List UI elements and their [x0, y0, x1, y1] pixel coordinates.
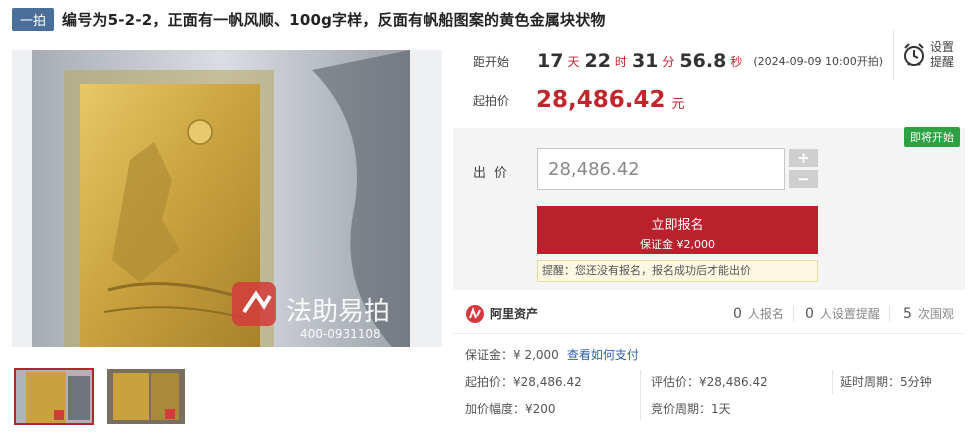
auction-round-tag: 一拍 [12, 7, 55, 31]
ali-assets-brand: 阿里资产 [490, 307, 539, 321]
start-price-unit: 元 [671, 96, 685, 112]
start-price-info: 起拍价：¥28,486.42 [465, 375, 582, 389]
views-label: 次围观 [917, 307, 954, 321]
signup-deposit-label: 保证金 ¥2,000 [640, 238, 715, 251]
info-divider [640, 370, 641, 420]
bid-period-info: 竞价周期：1天 [651, 402, 731, 416]
appraisal-info: 评估价：¥28,486.42 [651, 375, 768, 389]
thumbnail-1[interactable] [14, 368, 94, 425]
views-count: 5 [903, 306, 912, 322]
thumbnail-2[interactable] [107, 369, 185, 424]
watermark-name: 法助易拍 [286, 297, 390, 327]
deposit-value: 保证金：¥ 2,000 [465, 348, 559, 362]
set-reminder-button[interactable]: 设置 提醒 [893, 30, 965, 80]
countdown-minutes: 31 [631, 50, 659, 72]
signup-button[interactable]: 立即报名 保证金 ¥2,000 [537, 206, 818, 254]
deposit-info: 保证金：¥ 2,000 查看如何支付 [465, 346, 639, 363]
set-reminder-label: 设置 提醒 [930, 40, 955, 69]
views-stat: 5 次围观 [903, 305, 954, 322]
countdown-seconds-unit: 秒 [730, 54, 743, 69]
countdown-hours: 22 [584, 50, 611, 72]
how-to-pay-link[interactable]: 查看如何支付 [567, 348, 639, 362]
signups-count: 0 [733, 306, 742, 322]
countdown-days: 17 [537, 50, 564, 72]
start-price-row: 起拍价 28,486.42 元 [453, 83, 685, 117]
signups-stat: 0 人报名 [733, 305, 784, 322]
countdown-minutes-unit: 分 [662, 54, 675, 69]
watermark-phone: 400-0931108 [300, 327, 381, 341]
start-price-value: 28,486.42 [536, 87, 666, 113]
stats-row: 阿里资产 0 人报名 0 人设置提醒 5 次围观 [453, 294, 965, 334]
title-row: 一拍 编号为5-2-2，正面有一帆风顺、100g字样，反面有帆船图案的黄色金属块… [12, 7, 606, 31]
status-badge: 即将开始 [904, 127, 960, 147]
reminders-stat: 0 人设置提醒 [805, 305, 880, 322]
reminders-label: 人设置提醒 [819, 307, 880, 321]
info-divider [832, 370, 833, 394]
main-product-image[interactable]: 法助易拍 400-0931108 [12, 50, 442, 347]
signups-label: 人报名 [747, 307, 784, 321]
countdown-hours-unit: 时 [614, 54, 627, 69]
signup-reminder-tip: 提醒：您还没有报名，报名成功后才能出价 [537, 260, 818, 282]
delay-period-info: 延时周期：5分钟 [840, 375, 932, 389]
increment-info: 加价幅度：¥200 [465, 402, 556, 416]
increase-bid-button[interactable]: + [789, 149, 818, 167]
bid-amount-input[interactable] [537, 148, 785, 190]
bid-label: 出价 [473, 166, 516, 181]
signup-button-label: 立即报名 [651, 218, 704, 233]
decrease-bid-button[interactable]: − [789, 170, 818, 188]
stats-divider [889, 305, 890, 322]
start-price-label: 起拍价 [473, 93, 510, 108]
countdown-seconds: 56.8 [679, 50, 727, 72]
stats-divider [793, 305, 794, 322]
countdown-label: 距开始 [473, 54, 510, 69]
reminders-count: 0 [805, 306, 814, 322]
start-time-note: (2024-09-09 10:00开拍) [753, 55, 884, 68]
bid-panel: 即将开始 出价 + − 立即报名 保证金 ¥2,000 提醒：您还没有报名，报名… [453, 127, 965, 290]
alarm-clock-icon [904, 43, 924, 66]
countdown-row: 距开始 17 天 22 时 31 分 56.8 秒 (2024-09-09 10… [453, 37, 893, 85]
page-title: 编号为5-2-2，正面有一帆风顺、100g字样，反面有帆船图案的黄色金属块状物 [62, 10, 606, 29]
countdown-days-unit: 天 [567, 54, 580, 69]
ali-assets-logo[interactable]: 阿里资产 [465, 304, 538, 324]
ali-assets-icon [466, 304, 484, 323]
